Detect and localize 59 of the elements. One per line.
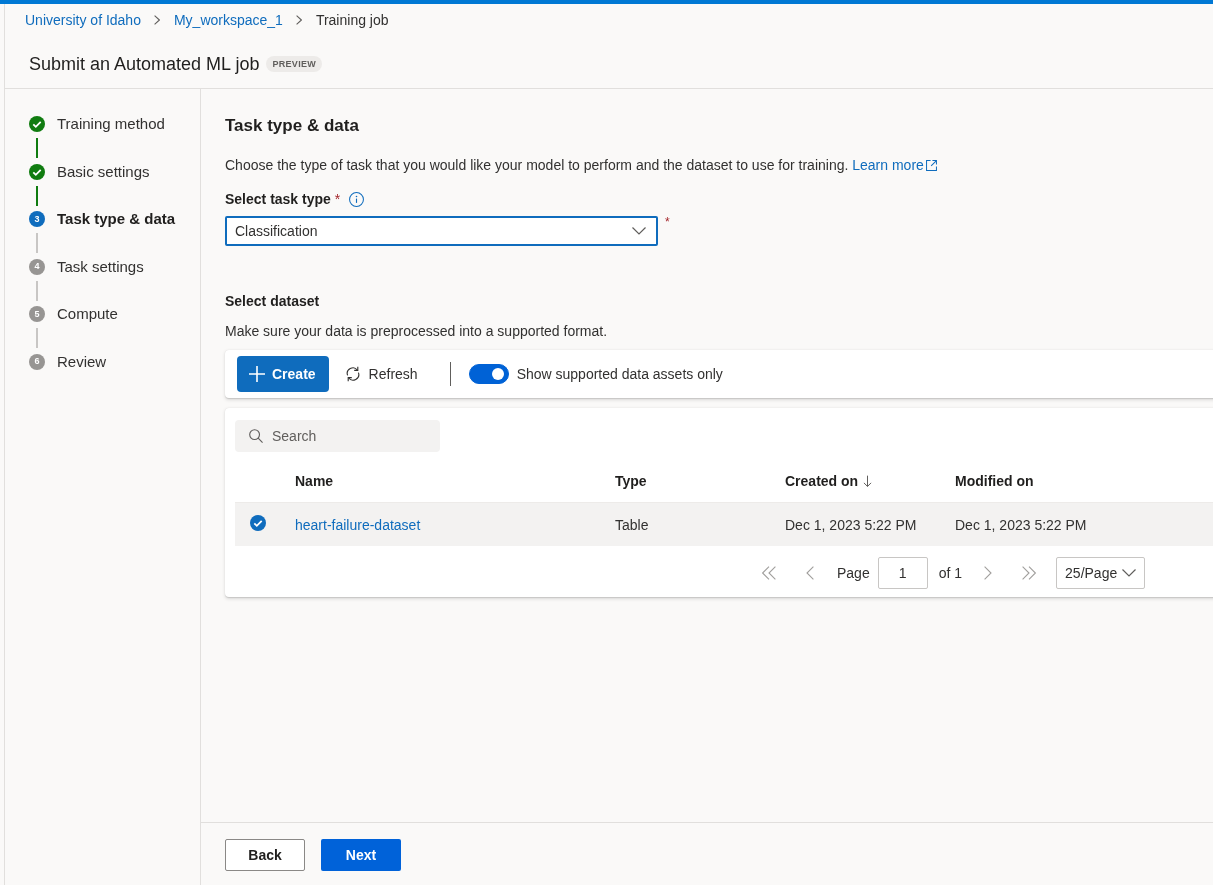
- column-header[interactable]: Created on: [785, 473, 873, 489]
- table-cell: Dec 1, 2023 5:22 PM: [955, 516, 1087, 533]
- learn-more-link[interactable]: Learn more: [852, 157, 937, 173]
- step-number: 5: [29, 306, 45, 323]
- toggle-label: Show supported data assets only: [516, 366, 723, 382]
- page-total: of 1: [938, 565, 963, 581]
- double-chevron-left-icon: [761, 566, 777, 580]
- chevron-left-icon: [806, 566, 814, 580]
- page-title: Submit an Automated ML job: [29, 53, 260, 76]
- next-button[interactable]: Next: [321, 839, 401, 871]
- page-size-dropdown[interactable]: 25/Page: [1056, 557, 1146, 589]
- plus-icon: [249, 366, 265, 382]
- refresh-icon: [344, 366, 361, 382]
- breadcrumb-link[interactable]: University of Idaho: [25, 10, 141, 30]
- page-number-field[interactable]: 1: [877, 557, 928, 589]
- step-label[interactable]: Training method: [57, 114, 165, 134]
- chevron-right-icon: [984, 566, 993, 580]
- chevron-right-icon: [153, 15, 160, 25]
- column-header[interactable]: Name: [295, 473, 334, 489]
- field-label: Select task type: [225, 190, 331, 209]
- column-header[interactable]: Modified on: [955, 473, 1034, 489]
- refresh-button[interactable]: Refresh: [342, 356, 420, 392]
- section-title: Task type & data: [225, 115, 359, 137]
- chevron-right-icon: [295, 15, 302, 25]
- step-label[interactable]: Task type & data: [57, 209, 176, 230]
- info-icon: [349, 191, 365, 207]
- table-cell: Dec 1, 2023 5:22 PM: [785, 516, 917, 533]
- chevron-down-icon: [632, 227, 646, 235]
- breadcrumb-current: Training job: [315, 11, 389, 30]
- table-cell: Table: [615, 516, 649, 533]
- external-link-icon: [925, 160, 937, 171]
- step-label[interactable]: Task settings: [57, 256, 144, 277]
- arrow-down-icon: [863, 474, 873, 488]
- step-label[interactable]: Basic settings: [57, 161, 150, 182]
- table-row[interactable]: heart-failure-dataset Table Dec 1, 2023 5:22 PM Dec 1, 2023 5:22 PM: [235, 503, 1213, 546]
- hint-text: Make sure your data is preprocessed into a supported format.: [225, 322, 608, 341]
- required-asterisk: *: [665, 216, 670, 228]
- step-label[interactable]: Review: [57, 351, 107, 372]
- dataset-link[interactable]: heart-failure-dataset: [295, 516, 421, 533]
- preview-badge: PREVIEW: [266, 56, 323, 72]
- step-number: 4: [29, 258, 45, 275]
- step-number: 3: [29, 211, 45, 228]
- page-label: Page: [837, 565, 870, 581]
- column-header[interactable]: Type: [615, 473, 647, 489]
- search-icon: [249, 429, 263, 443]
- double-chevron-right-icon: [1021, 566, 1038, 580]
- create-button[interactable]: Create: [237, 356, 329, 392]
- step-number: 6: [29, 353, 45, 370]
- search-field[interactable]: Search: [235, 420, 440, 452]
- back-button[interactable]: Back: [225, 839, 305, 871]
- toggle-switch[interactable]: [468, 364, 509, 384]
- check-circle-icon[interactable]: [250, 515, 266, 531]
- section-subtitle: Select dataset: [225, 292, 320, 311]
- description-text: Choose the type of task that you would like your model to perform and the dataset to use for training. Learn more: [225, 155, 937, 175]
- required-asterisk: *: [334, 190, 341, 209]
- task-type-dropdown[interactable]: Classification: [225, 216, 658, 246]
- breadcrumb-link[interactable]: My_workspace_1: [173, 10, 283, 30]
- chevron-down-icon: [1122, 569, 1137, 577]
- step-label[interactable]: Compute: [57, 304, 118, 325]
